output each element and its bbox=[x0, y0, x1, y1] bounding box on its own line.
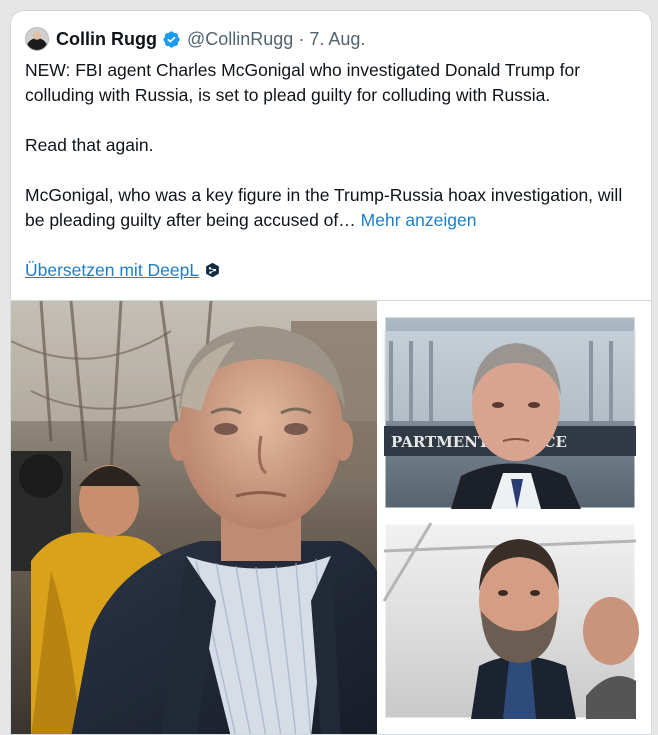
header-separator: · bbox=[298, 28, 305, 49]
tweet-card[interactable]: Collin Rugg @CollinRugg · 7. Aug. NEW: F… bbox=[10, 10, 652, 735]
tweet-paragraph-3: McGonigal, who was a key figure in the T… bbox=[25, 183, 635, 233]
author-avatar[interactable] bbox=[25, 27, 49, 51]
translate-label[interactable]: Übersetzen mit DeepL bbox=[25, 258, 199, 283]
tweet-paragraph-2: Read that again. bbox=[25, 135, 154, 155]
inset-photo-bottom bbox=[382, 521, 639, 721]
tweet-media-image[interactable]: PARTMENT JUSTICE bbox=[11, 300, 651, 734]
translate-link[interactable]: Übersetzen mit DeepL bbox=[25, 258, 221, 283]
author-name[interactable]: Collin Rugg bbox=[56, 29, 157, 50]
deepl-logo-icon bbox=[206, 262, 219, 278]
inset-photo-top: PARTMENT JUSTICE bbox=[382, 314, 638, 511]
tweet-paragraph-1: NEW: FBI agent Charles McGonigal who inv… bbox=[25, 60, 581, 105]
tweet-text: NEW: FBI agent Charles McGonigal who inv… bbox=[25, 58, 635, 233]
tweet-paragraph-3-text: McGonigal, who was a key figure in the T… bbox=[25, 185, 623, 230]
tweet-header: Collin Rugg @CollinRugg · 7. Aug. bbox=[25, 25, 365, 53]
media-composite-photo: PARTMENT JUSTICE bbox=[11, 301, 651, 734]
author-handle[interactable]: @CollinRugg bbox=[187, 29, 293, 50]
verified-badge-icon bbox=[163, 30, 180, 48]
tweet-date[interactable]: 7. Aug. bbox=[309, 29, 365, 50]
show-more-link[interactable]: Mehr anzeigen bbox=[361, 210, 477, 230]
